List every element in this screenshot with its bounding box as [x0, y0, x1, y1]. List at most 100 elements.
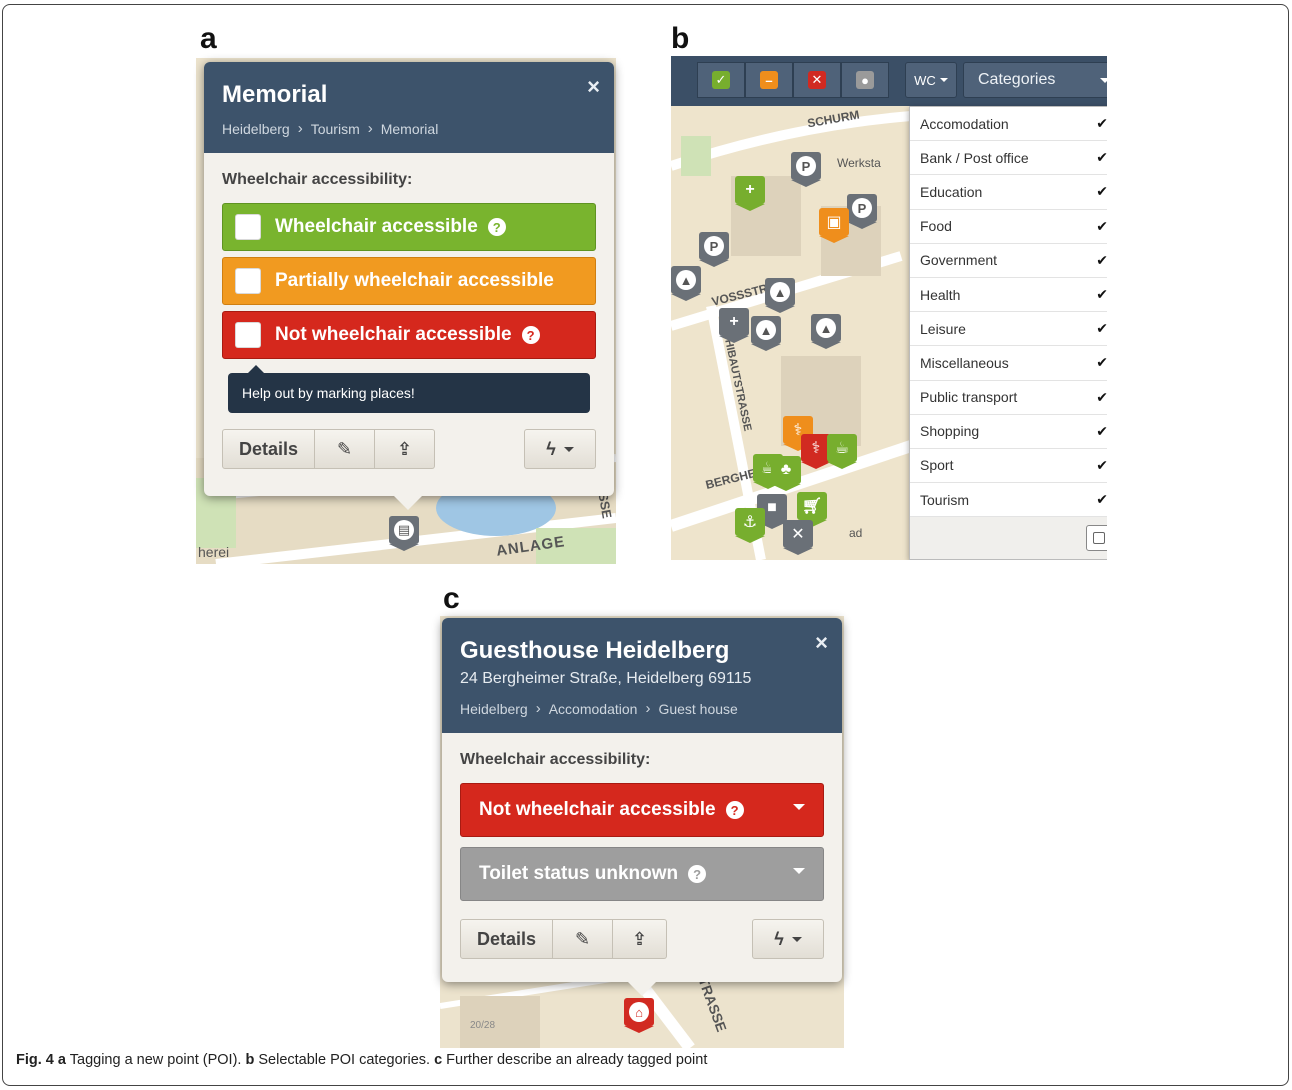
plus-icon: +: [735, 176, 765, 204]
category-leisure[interactable]: Leisure ✔: [910, 312, 1107, 347]
pencil-icon: ✎: [336, 438, 353, 459]
wheelchair-accessible-option[interactable]: Wheelchair accessible ?: [222, 203, 596, 251]
category-miscellaneous[interactable]: Miscellaneous ✔: [910, 346, 1107, 381]
breadcrumb-category[interactable]: Accomodation: [549, 701, 638, 717]
category-label: Bank / Post office: [920, 149, 1029, 166]
category-label: Sport: [920, 457, 954, 474]
category-label: Food: [920, 218, 952, 235]
wheelchair-accessibility-label: Wheelchair accessibility:: [222, 171, 413, 188]
health-marker[interactable]: +: [719, 308, 749, 343]
breadcrumb-category[interactable]: Tourism: [311, 121, 360, 137]
not-accessible-option[interactable]: Not wheelchair accessible ?: [222, 311, 596, 359]
education-marker[interactable]: ▲: [765, 278, 795, 313]
toggle-all-button[interactable]: [1086, 525, 1107, 552]
check-icon: ✔: [1096, 149, 1107, 166]
filter-unknown-button[interactable]: ●: [841, 62, 889, 98]
breadcrumb-city[interactable]: Heidelberg: [222, 121, 290, 137]
monument-icon: ▤: [394, 520, 414, 540]
popup-actions: Details ✎ ⇪ ϟ: [222, 429, 596, 469]
filter-partial-button[interactable]: –: [745, 62, 793, 98]
health-marker[interactable]: +: [735, 176, 765, 211]
food-marker[interactable]: ✕: [783, 520, 813, 555]
option-label: Not wheelchair accessible: [275, 324, 512, 345]
check-icon: ✔: [1096, 456, 1107, 473]
leisure-marker[interactable]: ♣: [771, 456, 801, 491]
check-icon: ✔: [1096, 285, 1107, 302]
category-government[interactable]: Government ✔: [910, 244, 1107, 278]
mortarboard-icon: ▲: [756, 320, 776, 340]
breadcrumb: Heidelberg › Accomodation › Guest house: [460, 700, 824, 717]
quick-actions-button[interactable]: ϟ: [752, 919, 824, 959]
share-button[interactable]: ⇪: [375, 429, 436, 469]
tourism-marker[interactable]: ▣: [819, 208, 849, 243]
wc-filter-button[interactable]: WC: [905, 62, 957, 98]
close-icon[interactable]: ×: [815, 630, 828, 656]
check-icon: ✔: [1096, 115, 1107, 131]
checkbox[interactable]: [235, 214, 261, 240]
category-shopping[interactable]: Shopping ✔: [910, 415, 1107, 449]
checkbox[interactable]: [235, 268, 261, 294]
plus-icon: +: [719, 308, 749, 336]
building-icon: ⌂: [629, 1002, 649, 1022]
unknown-icon: ●: [856, 71, 874, 89]
help-icon[interactable]: ?: [688, 865, 707, 883]
parking-marker[interactable]: P: [847, 194, 877, 229]
category-education[interactable]: Education ✔: [910, 175, 1107, 210]
chevron-right-icon: ›: [367, 120, 373, 137]
breadcrumb: Heidelberg › Tourism › Memorial: [222, 120, 596, 137]
quick-actions-button[interactable]: ϟ: [524, 429, 596, 469]
categories-dropdown-button[interactable]: Categories 12: [963, 62, 1107, 98]
monument-icon: ▣: [819, 208, 849, 236]
category-public-transport[interactable]: Public transport ✔: [910, 381, 1107, 415]
map-panel-b[interactable]: SCHURM Werksta VOSSSTR THIBAUTSTRASSE BE…: [671, 56, 1107, 560]
help-icon[interactable]: ?: [521, 326, 540, 344]
breadcrumb-type[interactable]: Memorial: [381, 121, 439, 137]
check-icon: ✔: [1096, 422, 1107, 439]
help-icon[interactable]: ?: [487, 218, 506, 236]
help-icon[interactable]: ?: [725, 801, 744, 819]
help-tooltip: Help out by marking places!: [228, 365, 590, 413]
parking-marker[interactable]: P: [699, 232, 729, 267]
close-icon[interactable]: ×: [587, 74, 600, 100]
categories-dropdown: Accomodation ✔ Bank / Post office ✔ Educat…: [909, 106, 1107, 560]
accessibility-filter-group: ✓ – ✕ ●: [697, 62, 889, 98]
education-marker[interactable]: ▲: [811, 314, 841, 349]
category-label: Tourism: [920, 491, 970, 508]
transport-marker[interactable]: ⚓: [735, 508, 765, 543]
details-button[interactable]: Details: [222, 429, 316, 469]
partially-accessible-option[interactable]: Partially wheelchair accessible: [222, 257, 596, 305]
minus-icon: –: [760, 71, 778, 89]
education-marker[interactable]: ▲: [751, 316, 781, 351]
filter-accessible-button[interactable]: ✓: [697, 62, 745, 98]
edit-button[interactable]: ✎: [553, 919, 614, 959]
category-food[interactable]: Food ✔: [910, 210, 1107, 244]
chevron-down-icon: [791, 936, 802, 942]
education-marker[interactable]: ▲: [671, 266, 701, 301]
edit-button[interactable]: ✎: [315, 429, 376, 469]
category-sport[interactable]: Sport ✔: [910, 449, 1107, 484]
breadcrumb-type[interactable]: Guest house: [658, 701, 737, 717]
category-bank-post-office[interactable]: Bank / Post office ✔: [910, 141, 1107, 176]
filter-not-accessible-button[interactable]: ✕: [793, 62, 841, 98]
map-label-ad: ad: [849, 526, 863, 540]
toilet-status-dropdown[interactable]: Toilet status unknown ?: [460, 847, 824, 901]
check-icon: ✔: [1096, 217, 1107, 234]
caption-text-b: Selectable POI categories.: [254, 1052, 435, 1068]
category-tourism[interactable]: Tourism ✔: [910, 483, 1107, 518]
category-health[interactable]: Health ✔: [910, 278, 1107, 313]
caption-text-a: Tagging a new point (POI).: [65, 1052, 246, 1068]
parking-marker[interactable]: P: [791, 152, 821, 187]
category-accomodation[interactable]: Accomodation ✔: [910, 107, 1107, 142]
caption-letter-c: c: [434, 1052, 443, 1068]
breadcrumb-city[interactable]: Heidelberg: [460, 701, 528, 717]
checkbox[interactable]: [235, 322, 261, 348]
share-button[interactable]: ⇪: [613, 919, 668, 959]
map-label-number: 20/28: [470, 1020, 496, 1031]
details-button[interactable]: Details: [460, 919, 554, 959]
check-icon: ✔: [1096, 251, 1107, 268]
panel-letter-b: b: [671, 22, 690, 55]
accessibility-status-dropdown[interactable]: Not wheelchair accessible ?: [460, 783, 824, 837]
memorial-marker[interactable]: ▤: [389, 516, 419, 551]
guesthouse-marker[interactable]: ⌂: [624, 998, 654, 1033]
food-marker[interactable]: ☕: [827, 434, 857, 469]
